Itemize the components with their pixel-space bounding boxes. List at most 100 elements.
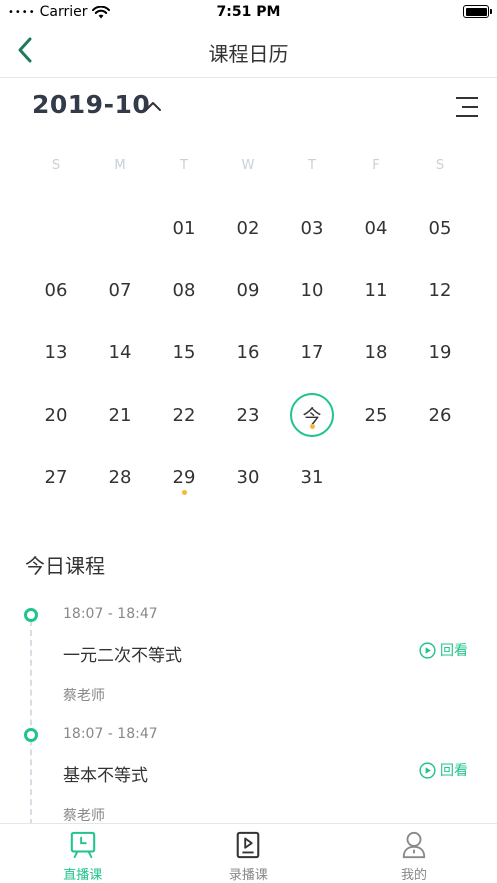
calendar-day[interactable]: 25 [344,384,408,446]
page-title: 课程日历 [208,42,289,66]
tab-recorded-class[interactable]: 录播课 [166,824,332,883]
day-number: 27 [44,466,68,488]
calendar-day[interactable]: 05 [408,197,472,259]
calendar-day[interactable]: 10 [280,259,344,321]
day-number: 23 [236,404,260,426]
course-item[interactable]: 18:07 - 18:47 一元二次不等式 蔡老师 回看 [0,604,497,724]
tab-profile[interactable]: 我的 [331,824,497,883]
day-number: 06 [44,279,68,301]
course-title: 一元二次不等式 [63,646,182,666]
calendar-blank [88,197,152,259]
day-number: 02 [236,217,260,239]
calendar-day[interactable]: 13 [24,322,88,384]
weekday-label: W [241,158,255,173]
day-number: 18 [364,342,388,364]
course-teacher: 蔡老师 [63,688,105,704]
tab-bar: 直播课 录播课 我的 [0,823,497,883]
calendar-day[interactable]: 04 [344,197,408,259]
calendar-day[interactable]: 27 [24,446,88,508]
replay-button[interactable]: 回看 [419,760,468,780]
weekday-header: S M T W T F S [24,158,472,173]
weekday-label: S [51,158,61,173]
menu-icon[interactable] [454,96,480,118]
calendar-day[interactable]: 12 [408,259,472,321]
day-number: 15 [172,342,196,364]
status-time: 7:51 PM [216,4,281,20]
chevron-up-icon[interactable] [143,99,163,113]
course-title: 基本不等式 [63,766,148,786]
day-number: 22 [172,404,196,426]
day-number: 12 [428,279,452,301]
day-number: 08 [172,279,196,301]
calendar-grid: 01 02 03 04 05 06 07 08 09 10 11 12 13 14 15 16 17 18 19 20… [24,197,472,508]
today-marker: 今 [290,393,334,438]
day-number: 20 [44,404,68,426]
nav-bar: 课程日历 [0,24,497,78]
course-dot-icon [309,423,315,429]
replay-label: 回看 [440,763,468,779]
calendar-day[interactable]: 18 [344,322,408,384]
tab-label: 直播课 [63,868,103,883]
weekday-label: M [114,158,126,173]
calendar-day[interactable]: 17 [280,322,344,384]
day-number: 16 [236,342,260,364]
timeline-node [24,728,38,742]
calendar-day[interactable]: 02 [216,197,280,259]
replay-label: 回看 [440,643,468,659]
calendar-day[interactable]: 21 [88,384,152,446]
calendar-day[interactable]: 09 [216,259,280,321]
live-class-icon [70,831,96,859]
day-number: 31 [300,466,324,488]
calendar-blank [24,197,88,259]
day-number: 13 [44,342,68,364]
calendar-day[interactable]: 07 [88,259,152,321]
calendar-day[interactable]: 16 [216,322,280,384]
day-number: 01 [172,217,196,239]
day-number: 09 [236,279,260,301]
day-number: 28 [108,466,132,488]
tab-label: 我的 [400,868,427,883]
calendar-day[interactable]: 11 [344,259,408,321]
calendar-day[interactable]: 06 [24,259,88,321]
timeline-node [24,608,38,622]
day-number: 03 [300,217,324,239]
calendar-day[interactable]: 19 [408,322,472,384]
calendar-day[interactable]: 31 [280,446,344,508]
profile-icon [402,831,426,859]
calendar-day[interactable]: 08 [152,259,216,321]
calendar-day[interactable]: 14 [88,322,152,384]
day-number: 26 [428,404,452,426]
calendar-day[interactable]: 20 [24,384,88,446]
section-title: 今日课程 [25,554,105,578]
day-number: 25 [364,404,388,426]
battery-icon [463,5,492,18]
replay-button[interactable]: 回看 [419,640,468,660]
tab-live-class[interactable]: 直播课 [0,824,166,883]
calendar-day[interactable]: 01 [152,197,216,259]
day-number: 05 [428,217,452,239]
day-number: 07 [108,279,132,301]
calendar-day[interactable]: 26 [408,384,472,446]
calendar-day[interactable]: 22 [152,384,216,446]
tab-label: 录播课 [228,868,268,883]
day-number: 29 [172,466,196,488]
calendar-day[interactable]: 03 [280,197,344,259]
day-number: 30 [236,466,260,488]
calendar-day[interactable]: 23 [216,384,280,446]
day-number: 04 [364,217,388,239]
course-dot-icon [181,490,187,496]
day-number: 19 [428,342,452,364]
calendar-day[interactable]: 29 [152,446,216,508]
calendar-day[interactable]: 28 [88,446,152,508]
status-bar: •••• Carrier 7:51 PM [0,0,497,24]
calendar-day[interactable]: 15 [152,322,216,384]
day-number: 17 [300,342,324,364]
course-time: 18:07 - 18:47 [63,606,158,622]
month-selector[interactable]: 2019-10 [32,90,150,119]
calendar-day[interactable]: 30 [216,446,280,508]
course-time: 18:07 - 18:47 [63,726,158,742]
play-circle-icon [419,761,436,779]
month-header: 2019-10 [0,90,497,126]
weekday-label: T [180,158,188,173]
calendar-day-today[interactable]: 今 [280,384,344,446]
